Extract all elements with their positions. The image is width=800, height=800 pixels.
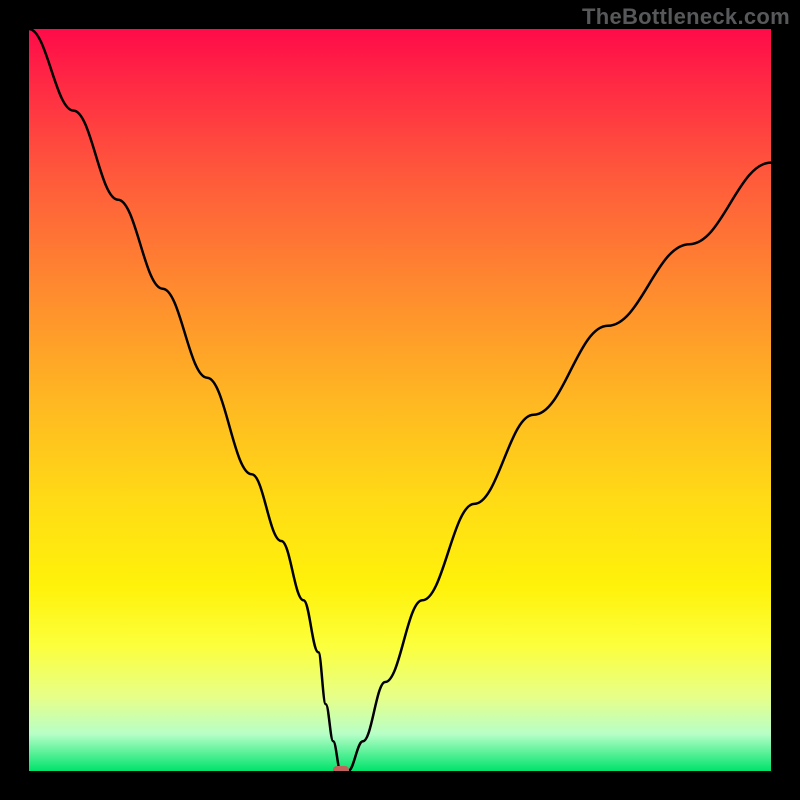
background-gradient xyxy=(29,29,771,771)
chart-frame: TheBottleneck.com xyxy=(0,0,800,800)
plot-area xyxy=(29,29,771,771)
minimum-marker xyxy=(333,766,349,771)
watermark-text: TheBottleneck.com xyxy=(582,4,790,30)
